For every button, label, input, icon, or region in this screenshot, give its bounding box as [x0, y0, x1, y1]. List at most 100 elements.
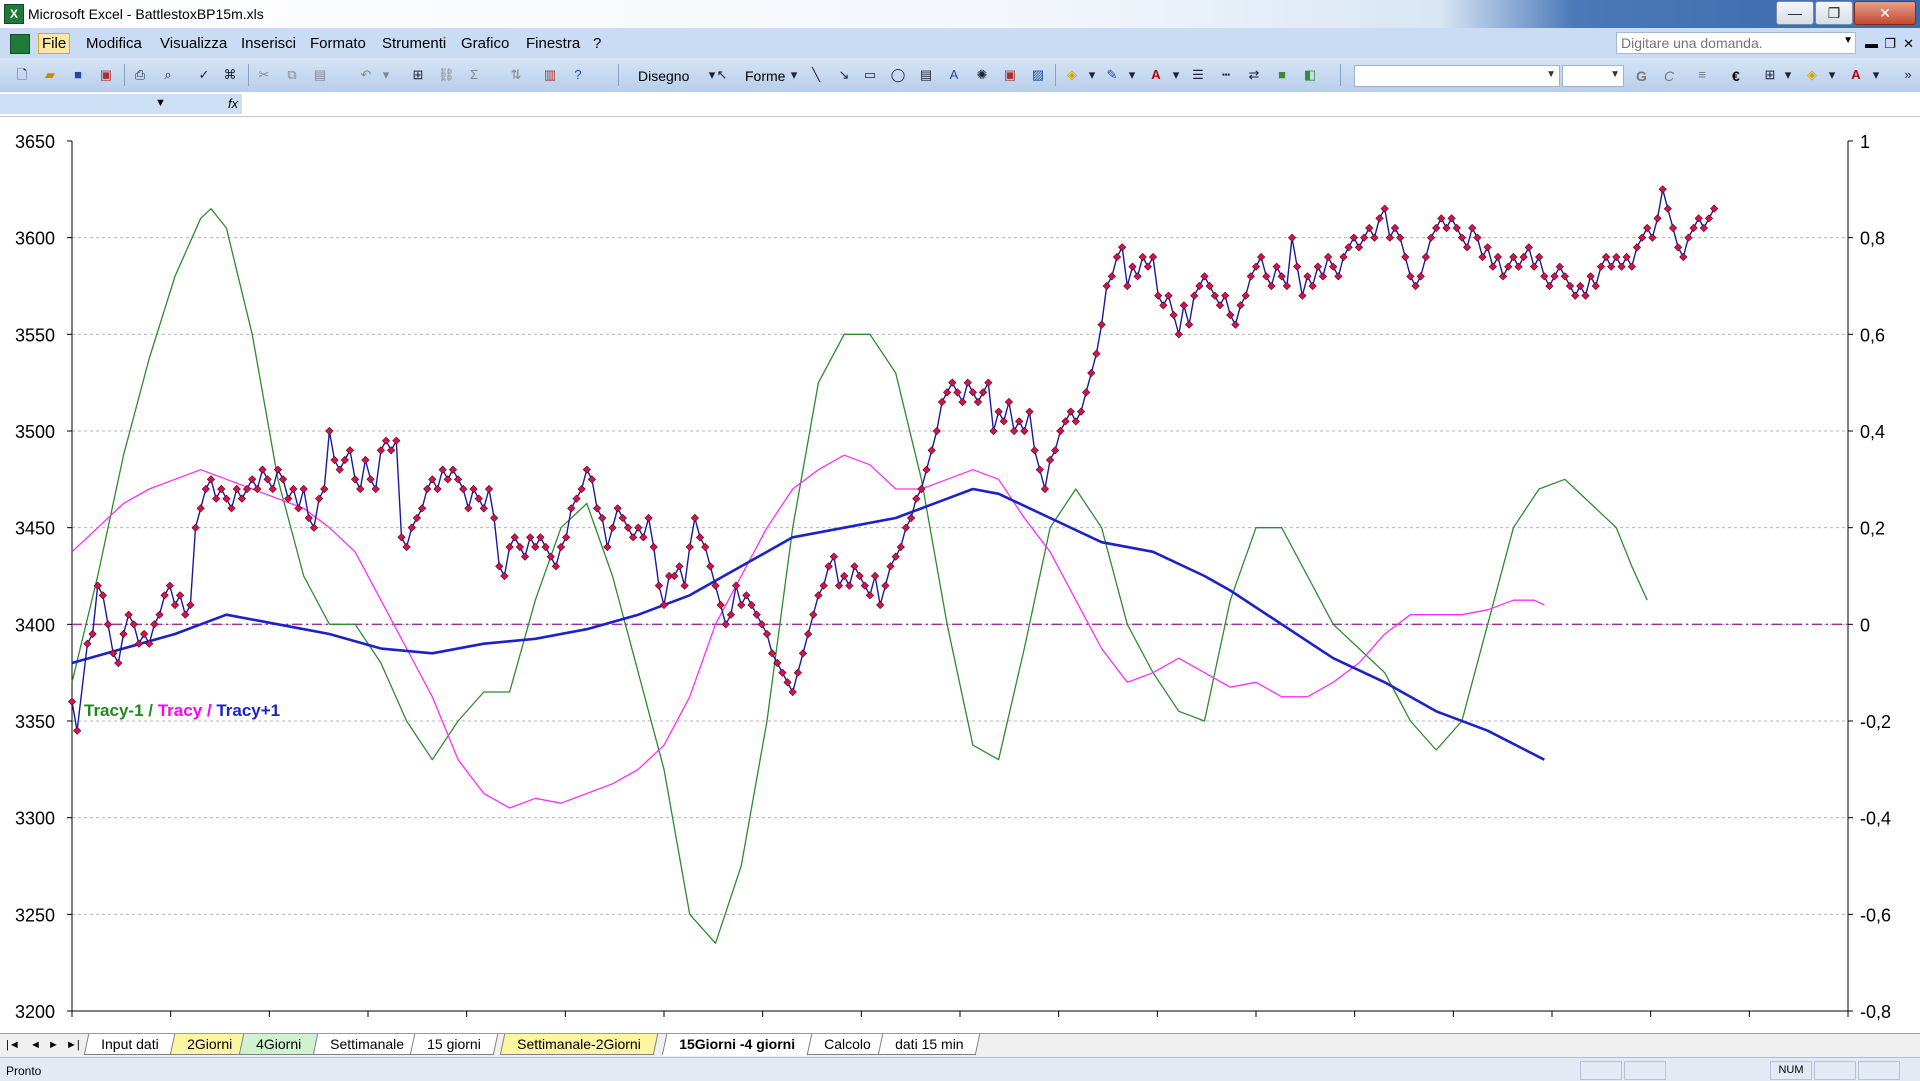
last-sheet-button[interactable]: ►| — [66, 1039, 80, 1051]
font-color-icon[interactable]: A — [1148, 67, 1164, 83]
dash-style-icon[interactable]: ┅ — [1218, 67, 1234, 83]
line-icon[interactable]: ╲ — [808, 67, 824, 83]
line-color-icon[interactable]: ✎ — [1104, 67, 1120, 83]
undo-icon[interactable]: ↶ — [358, 67, 374, 83]
insert-chart-data-icon[interactable]: ⊞ — [410, 67, 426, 83]
open-icon[interactable]: ▰ — [42, 67, 58, 83]
sort-icon[interactable]: ⇅ — [508, 67, 524, 83]
menu-strumenti[interactable]: Strumenti — [382, 35, 446, 52]
autosum-icon[interactable]: Σ — [466, 67, 482, 83]
cell-font-color-icon[interactable]: A — [1848, 67, 1864, 83]
font-color-dropdown-icon[interactable]: ▾ — [1168, 67, 1184, 83]
sheet-tab[interactable]: Input dati — [83, 1034, 176, 1055]
autoshapes-button[interactable]: Forme — [745, 68, 785, 84]
rectangle-icon[interactable]: ▭ — [862, 67, 878, 83]
next-sheet-button[interactable]: ► — [48, 1039, 59, 1051]
restore-button[interactable]: ❐ — [1815, 1, 1853, 25]
sheet-tab[interactable]: Calcolo — [806, 1034, 888, 1055]
price-marker — [628, 533, 638, 542]
sheet-tab[interactable]: 2Giorni — [169, 1034, 250, 1055]
name-box[interactable]: ▼ fx — [0, 94, 242, 114]
chevron-down-icon[interactable]: ▼ — [1610, 69, 1620, 80]
arrow-icon[interactable]: ↘ — [836, 67, 852, 83]
permission-icon[interactable]: ▣ — [98, 67, 114, 83]
price-marker — [278, 475, 288, 484]
price-marker — [1159, 301, 1168, 310]
diagram-icon[interactable]: ✺ — [974, 67, 990, 83]
menu-inserisci[interactable]: Inserisci — [241, 35, 296, 52]
first-sheet-button[interactable]: |◄ — [6, 1039, 20, 1051]
chart-wizard-icon[interactable]: ▥ — [542, 67, 558, 83]
ask-question-box[interactable]: ▼ — [1616, 32, 1856, 54]
line-style-icon[interactable]: ☰ — [1190, 67, 1206, 83]
shapes-dropdown-icon[interactable]: ▾ — [786, 67, 802, 83]
hyperlink-icon[interactable]: ⛓ — [438, 67, 455, 83]
close-button[interactable]: ✕ — [1854, 1, 1916, 25]
fill-color-icon[interactable]: ◈ — [1064, 67, 1080, 83]
print-preview-icon[interactable]: ⌕ — [160, 67, 176, 83]
line-chart[interactable]: 3650 1 3600 0,8 3550 0,6 3500 0,4 3450 0,2 3400 0 33… — [0, 117, 1920, 1033]
font-name-combo[interactable]: ▼ — [1354, 65, 1560, 87]
save-icon[interactable]: ■ — [70, 67, 86, 83]
align-icon[interactable]: ≡ — [1694, 67, 1710, 83]
font-size-combo[interactable]: ▼ — [1562, 65, 1624, 87]
cell-fill-icon[interactable]: ◈ — [1804, 67, 1820, 83]
toolbar-options-icon[interactable]: » — [1900, 67, 1916, 83]
italic-button[interactable]: C — [1664, 68, 1674, 84]
picture-icon[interactable]: ▨ — [1030, 67, 1046, 83]
doc-close-button[interactable]: ✕ — [1903, 36, 1914, 52]
3d-icon[interactable]: ◧ — [1302, 67, 1318, 83]
sheet-tab[interactable]: 15 giorni — [409, 1034, 498, 1055]
euro-button[interactable]: € — [1732, 68, 1740, 84]
excel-icon[interactable]: X — [4, 4, 24, 24]
menu-formato[interactable]: Formato — [310, 35, 366, 52]
borders-dropdown-icon[interactable]: ▾ — [1780, 67, 1796, 83]
menu-grafico[interactable]: Grafico — [461, 35, 509, 52]
cell-font-color-dropdown-icon[interactable]: ▾ — [1868, 67, 1884, 83]
doc-restore-button[interactable]: ❐ — [1884, 36, 1896, 52]
workbook-icon[interactable] — [10, 34, 30, 54]
price-marker — [1704, 214, 1714, 223]
function-icon[interactable]: fx — [228, 96, 238, 111]
sheet-tab[interactable]: 15Giorni -4 giorni — [661, 1034, 813, 1056]
bold-button[interactable]: G — [1636, 68, 1647, 84]
menu-help[interactable]: ? — [593, 35, 601, 52]
sheet-tab[interactable]: Settimanale — [312, 1034, 422, 1055]
new-icon[interactable]: 🗋 — [14, 67, 30, 83]
chart-area[interactable]: 3650 1 3600 0,8 3550 0,6 3500 0,4 3450 0,2 3400 0 33… — [0, 117, 1920, 1033]
sheet-tab[interactable]: 4Giorni — [238, 1034, 319, 1055]
menu-file[interactable]: File — [38, 33, 71, 54]
fill-dropdown-icon[interactable]: ▾ — [1084, 67, 1100, 83]
research-icon[interactable]: ⌘ — [222, 67, 238, 83]
oval-icon[interactable]: ◯ — [890, 67, 906, 83]
wordart-icon[interactable]: A — [946, 67, 962, 83]
shadow-icon[interactable]: ■ — [1274, 67, 1290, 83]
prev-sheet-button[interactable]: ◄ — [30, 1039, 41, 1051]
print-icon[interactable]: ⎙ — [132, 67, 148, 83]
chevron-down-icon[interactable]: ▼ — [155, 97, 166, 109]
copy-icon[interactable]: ⧉ — [284, 67, 300, 83]
menu-visualizza[interactable]: Visualizza — [160, 35, 227, 52]
borders-icon[interactable]: ⊞ — [1762, 67, 1778, 83]
menu-modifica[interactable]: Modifica — [86, 35, 142, 52]
chevron-down-icon[interactable]: ▼ — [1843, 35, 1853, 46]
spelling-icon[interactable]: ✓ — [196, 67, 212, 83]
sheet-tab[interactable]: dati 15 min — [877, 1034, 981, 1055]
select-objects-icon[interactable]: ↖ — [714, 67, 730, 83]
draw-menu-button[interactable]: Disegno — [638, 68, 689, 84]
clipart-icon[interactable]: ▣ — [1002, 67, 1018, 83]
chevron-down-icon[interactable]: ▼ — [1546, 69, 1556, 80]
menu-finestra[interactable]: Finestra — [526, 35, 580, 52]
minimize-button[interactable]: — — [1776, 1, 1814, 25]
textbox-icon[interactable]: ▤ — [918, 67, 934, 83]
help-icon[interactable]: ? — [570, 67, 586, 83]
cell-fill-dropdown-icon[interactable]: ▾ — [1824, 67, 1840, 83]
undo-dropdown-icon[interactable]: ▾ — [378, 67, 394, 83]
line-color-dropdown-icon[interactable]: ▾ — [1124, 67, 1140, 83]
arrow-style-icon[interactable]: ⇄ — [1246, 67, 1262, 83]
ask-question-input[interactable] — [1617, 33, 1833, 53]
cut-icon[interactable]: ✂ — [256, 67, 272, 83]
sheet-tab[interactable]: Settimanale-2Giorni — [499, 1034, 658, 1055]
paste-icon[interactable]: ▤ — [312, 67, 328, 83]
doc-minimize-button[interactable]: ▬ — [1865, 36, 1878, 51]
